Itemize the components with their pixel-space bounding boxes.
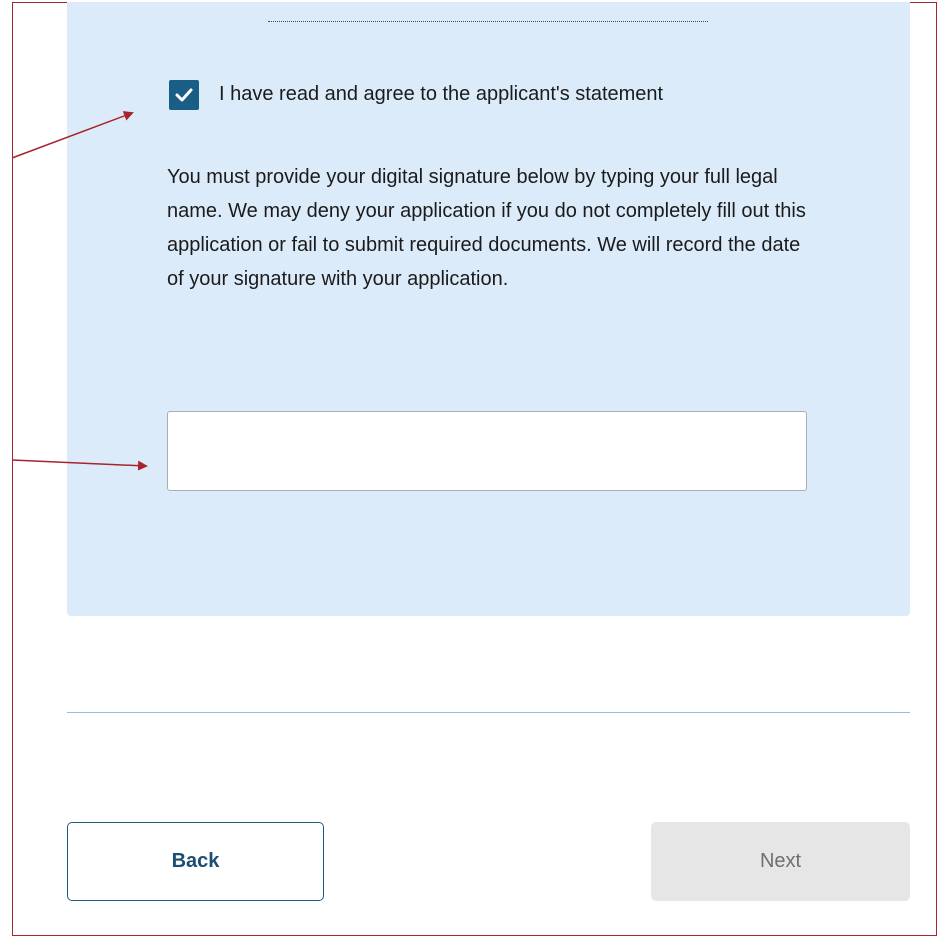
agree-checkbox-label[interactable]: I have read and agree to the applicant's…	[219, 83, 663, 106]
dotted-separator	[268, 21, 708, 22]
back-button[interactable]: Back	[67, 822, 324, 901]
signature-input[interactable]	[167, 411, 807, 491]
signature-instructions: You must provide your digital signature …	[167, 166, 806, 290]
next-button[interactable]: Next	[651, 822, 910, 901]
agree-checkbox[interactable]	[169, 80, 199, 110]
section-divider	[67, 712, 910, 713]
checkmark-icon	[175, 88, 193, 102]
